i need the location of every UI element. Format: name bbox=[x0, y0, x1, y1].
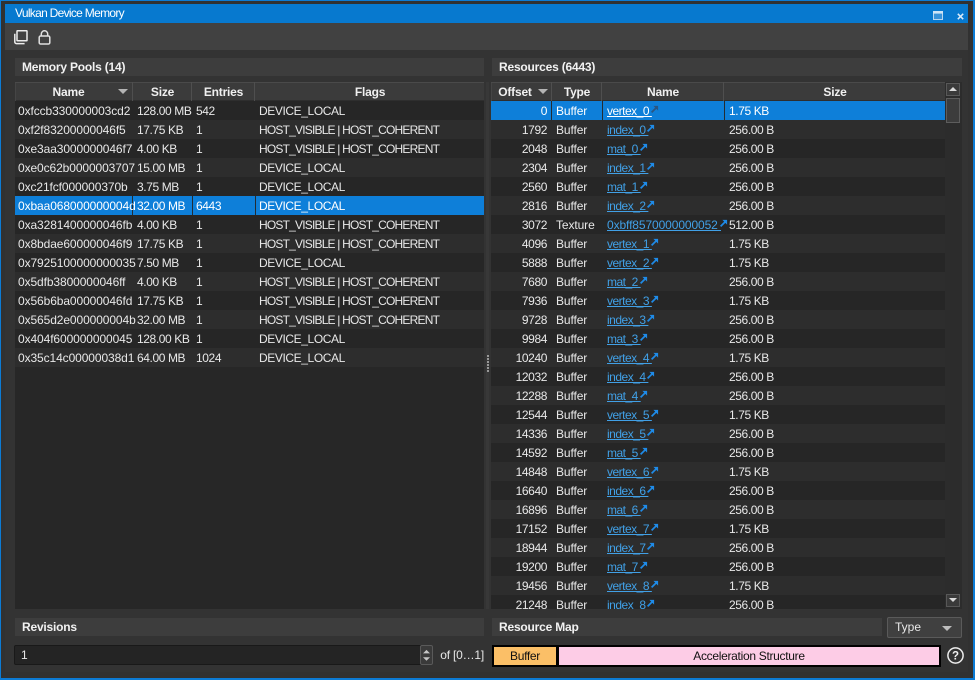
svg-text:?: ? bbox=[952, 651, 959, 663]
